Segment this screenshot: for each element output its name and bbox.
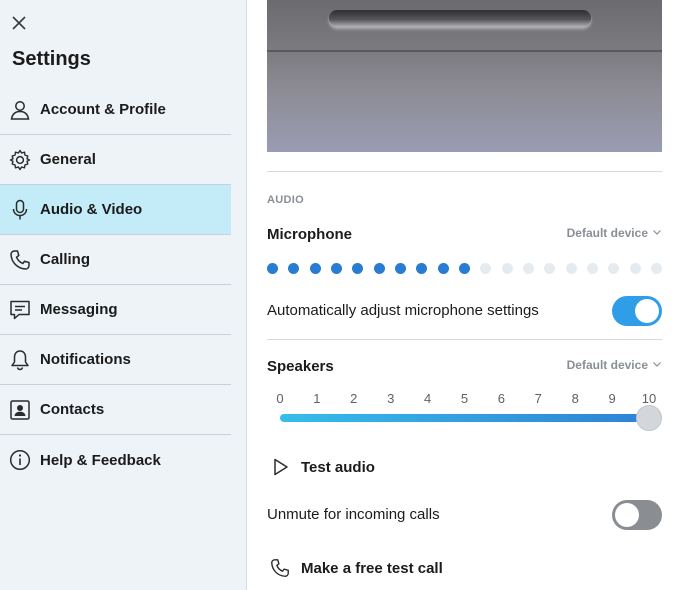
person-icon [0,98,40,122]
chat-icon [0,298,40,322]
sidebar-item-contacts[interactable]: Contacts [0,385,231,435]
divider [267,171,662,172]
sidebar-item-label: Calling [40,251,91,268]
volume-scale-tick: 6 [497,391,506,406]
mic-level-dot [501,262,513,274]
mic-level-dot [544,262,556,274]
volume-scale-tick: 2 [350,391,358,406]
sidebar-item-label: Notifications [40,351,131,368]
sidebar-item-label: Help & Feedback [40,451,161,469]
test-audio-label: Test audio [301,458,375,476]
sidebar-item-label: General [40,151,96,168]
chevron-down-icon [652,226,662,240]
phone-icon [267,555,293,581]
volume-scale-tick: 3 [387,391,395,406]
unmute-incoming-label: Unmute for incoming calls [267,506,440,523]
mic-level-dot-active [288,262,300,274]
mic-level-dot [565,262,577,274]
free-test-call-button[interactable]: Make a free test call [267,555,443,581]
mic-level-dot [629,262,641,274]
mic-level-dot [522,262,534,274]
mic-level-dot-active [458,262,470,274]
mic-level-dot [650,262,662,274]
test-audio-button[interactable]: Test audio [267,454,375,480]
mic-level-dot-active [394,262,406,274]
sidebar-item-label: Account & Profile [40,101,166,118]
mic-level-dot [608,262,620,274]
volume-scale-tick: 0 [276,391,284,406]
mic-level-dot-active [437,262,449,274]
section-label-audio: AUDIO [267,194,304,206]
speaker-volume-handle[interactable] [636,405,662,431]
speaker-volume-slider[interactable] [280,414,649,422]
unmute-incoming-toggle[interactable] [612,500,662,530]
sidebar-item-audio-video[interactable]: Audio & Video [0,185,231,235]
contact-card-icon [0,398,40,422]
volume-scale-tick: 10 [641,391,657,406]
microphone-level-meter [267,262,662,274]
mic-level-dot [586,262,598,274]
mic-level-dot-active [309,262,321,274]
volume-scale-tick: 4 [423,391,432,406]
toggle-knob [615,503,639,527]
chevron-down-icon [652,358,662,372]
mic-level-dot-active [267,262,278,274]
volume-scale-tick: 1 [313,391,321,406]
sidebar-item-label: Contacts [40,401,105,418]
close-icon[interactable] [8,12,30,34]
settings-sidebar: Settings Account & Profile General Audio… [0,0,247,590]
sidebar-item-help-feedback[interactable]: Help & Feedback [0,435,231,485]
camera-preview-object [329,10,591,26]
microphone-title: Microphone [267,226,352,243]
microphone-device-dropdown[interactable]: Default device [567,226,662,240]
bell-icon [0,348,40,372]
divider [267,339,662,340]
mic-level-dot [480,262,492,274]
mic-level-dot-active [330,262,342,274]
mic-level-dot-active [416,262,428,274]
microphone-device-label: Default device [566,226,648,240]
gear-icon [0,148,40,172]
auto-adjust-toggle[interactable] [612,296,662,326]
microphone-icon [0,198,40,222]
volume-scale-tick: 7 [534,391,542,406]
speakers-device-dropdown[interactable]: Default device [567,358,662,372]
page-title: Settings [12,48,91,70]
sidebar-item-label: Messaging [40,301,118,318]
speaker-volume-scale: 0 1 2 3 4 5 6 7 8 9 10 [267,391,668,406]
sidebar-item-notifications[interactable]: Notifications [0,335,231,385]
free-test-call-label: Make a free test call [301,559,443,577]
settings-nav: Account & Profile General Audio & Video … [0,85,231,485]
toggle-knob [635,299,659,323]
play-icon [267,454,293,480]
volume-scale-tick: 5 [460,391,469,406]
sidebar-item-account-profile[interactable]: Account & Profile [0,85,231,135]
speakers-device-label: Default device [566,358,648,372]
sidebar-item-calling[interactable]: Calling [0,235,231,285]
camera-preview [267,0,662,152]
mic-level-dot-active [373,262,385,274]
auto-adjust-label: Automatically adjust microphone settings [267,302,539,319]
camera-preview-edge [267,50,662,52]
mic-level-dot-active [352,262,364,274]
audio-video-panel: AUDIO Microphone Default device Automati… [247,0,695,590]
sidebar-item-label: Audio & Video [40,201,143,218]
speakers-title: Speakers [267,358,334,375]
phone-icon [0,248,40,272]
info-icon [0,448,40,472]
sidebar-item-messaging[interactable]: Messaging [0,285,231,335]
volume-scale-tick: 8 [571,391,579,406]
volume-scale-tick: 9 [608,391,616,406]
sidebar-item-general[interactable]: General [0,135,231,185]
